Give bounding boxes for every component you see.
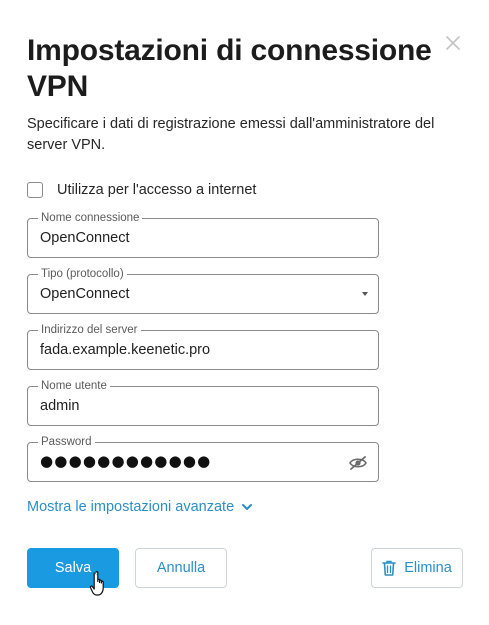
- connection-name-field[interactable]: Nome connessione OpenConnect: [27, 211, 379, 258]
- save-button-label: Salva: [54, 560, 92, 576]
- password-field[interactable]: Password ●●●●●●●●●●●●: [27, 435, 379, 482]
- close-icon: [446, 36, 460, 50]
- username-label: Nome utente: [38, 379, 110, 393]
- internet-access-option[interactable]: Utilizza per l'accesso a internet: [27, 180, 256, 200]
- username-field[interactable]: Nome utente admin: [27, 379, 379, 426]
- show-advanced-settings-link[interactable]: Mostra le impostazioni avanzate: [27, 499, 254, 515]
- username-value: admin: [40, 398, 80, 414]
- server-address-label: Indirizzo del server: [38, 323, 141, 337]
- cancel-button[interactable]: Annulla: [135, 548, 227, 588]
- server-address-field[interactable]: Indirizzo del server fada.example.keenet…: [27, 323, 379, 370]
- delete-button-label: Elimina: [404, 560, 452, 576]
- close-button[interactable]: [443, 33, 463, 53]
- save-button[interactable]: Salva: [27, 548, 119, 588]
- internet-access-checkbox[interactable]: [27, 182, 43, 198]
- eye-off-icon[interactable]: [348, 453, 368, 473]
- protocol-type-label: Tipo (protocollo): [38, 267, 127, 281]
- protocol-type-value: OpenConnect: [40, 286, 130, 302]
- connection-name-label: Nome connessione: [38, 211, 143, 225]
- delete-button[interactable]: Elimina: [371, 548, 463, 588]
- password-label: Password: [38, 435, 95, 449]
- vpn-settings-dialog: Impostazioni di connessione VPN Specific…: [0, 0, 489, 625]
- show-advanced-settings-label: Mostra le impostazioni avanzate: [27, 499, 235, 515]
- connection-name-value: OpenConnect: [40, 230, 130, 246]
- server-address-value: fada.example.keenetic.pro: [40, 342, 211, 358]
- chevron-down-icon: [242, 504, 253, 510]
- dialog-title: Impostazioni di connessione VPN: [27, 34, 432, 103]
- cancel-button-label: Annulla: [156, 560, 206, 576]
- dropdown-caret-icon: [362, 292, 368, 296]
- protocol-type-select[interactable]: Tipo (protocollo) OpenConnect: [27, 267, 379, 314]
- dialog-subtitle: Specificare i dati di registrazione emes…: [27, 116, 435, 153]
- password-value: ●●●●●●●●●●●●: [40, 452, 212, 470]
- internet-access-label: Utilizza per l'accesso a internet: [57, 182, 257, 198]
- trash-icon: [382, 560, 397, 576]
